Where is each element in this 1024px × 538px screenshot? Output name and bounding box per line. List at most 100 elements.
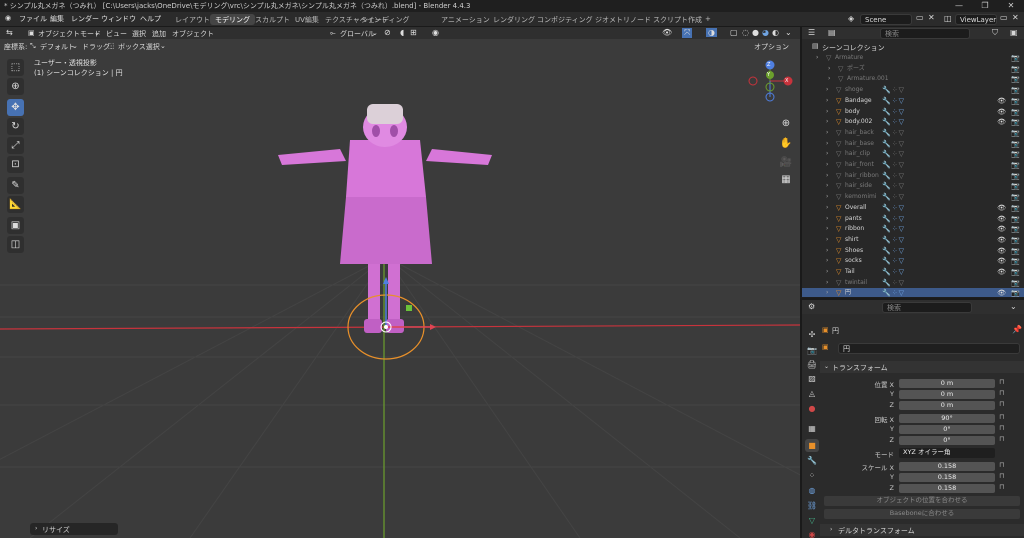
gizmo-z-label[interactable]: Z	[767, 62, 770, 68]
lock-icon[interactable]: ⊓	[999, 378, 1004, 386]
eye-icon[interactable]: 👁	[997, 107, 1006, 118]
camera-icon[interactable]: 📷	[1011, 85, 1020, 96]
location-z-field[interactable]: 0 m	[899, 401, 995, 410]
outliner-row[interactable]: › ▽ hair_side 🔧⁘▽ 📷	[802, 181, 1024, 192]
eye-icon[interactable]: 👁	[997, 267, 1006, 278]
expand-arrow-icon[interactable]: ›	[826, 203, 828, 214]
pin-icon[interactable]: 📌	[1012, 325, 1022, 334]
scale-tool-icon[interactable]: ⤢	[7, 137, 24, 154]
camera-icon[interactable]: 📷	[1011, 139, 1020, 150]
transform-section-header[interactable]: ⌄ トランスフォーム	[820, 361, 1024, 373]
camera-icon[interactable]: 📷	[1011, 278, 1020, 289]
cursor-tool-icon[interactable]: ⊕	[7, 78, 24, 95]
lock-icon[interactable]: ⊓	[999, 413, 1004, 421]
camera-icon[interactable]: 📷	[1011, 267, 1020, 278]
tab-modeling[interactable]: モデリング	[210, 14, 255, 25]
outliner-row[interactable]: › ▽ hair_clip 🔧⁘▽ 📷	[802, 149, 1024, 160]
tab-data-icon[interactable]: ▽	[805, 514, 819, 527]
lock-icon[interactable]: ⊓	[999, 483, 1004, 491]
lock-icon[interactable]: ⊓	[999, 472, 1004, 480]
pan-hand-icon[interactable]: ✋	[779, 137, 793, 151]
outliner-row[interactable]: › ▽ shirt 🔧⁘▽ 👁 📷	[802, 235, 1024, 246]
zoom-icon[interactable]: ⊕	[779, 117, 793, 131]
tab-scene-icon[interactable]: ◬	[805, 387, 819, 400]
expand-arrow-icon[interactable]: ›	[828, 64, 830, 75]
outliner-row[interactable]: › ▽ Shoes 🔧⁘▽ 👁 📷	[802, 246, 1024, 257]
camera-icon[interactable]: 📷	[1011, 53, 1020, 64]
menu-window[interactable]: ウィンドウ	[101, 14, 136, 24]
expand-arrow-icon[interactable]: ›	[826, 160, 828, 171]
tab-modifiers-icon[interactable]: 🔧	[805, 454, 819, 467]
outliner-row[interactable]: › ▽ kemomimi 🔧⁘▽ 📷	[802, 192, 1024, 203]
modifier-icons[interactable]: 🔧⁘▽	[882, 278, 905, 289]
editor-type-icon[interactable]: ⚙	[808, 302, 815, 311]
tab-uv-editing[interactable]: UV編集	[290, 14, 324, 25]
eye-icon[interactable]: 👁	[997, 214, 1006, 225]
modifier-icons[interactable]: 🔧⁘▽	[882, 139, 905, 150]
modifier-icons[interactable]: 🔧⁘▽	[882, 107, 905, 118]
new-view-layer-icon[interactable]: ▭	[1000, 13, 1008, 22]
display-mode-icon[interactable]: ▤	[828, 28, 836, 37]
rotation-y-field[interactable]: 0°	[899, 425, 995, 434]
properties-search-input[interactable]: 検索	[882, 302, 972, 313]
outliner-row[interactable]: › ▽ hair_base 🔧⁘▽ 📷	[802, 139, 1024, 150]
rotation-z-field[interactable]: 0°	[899, 436, 995, 445]
tab-material-icon[interactable]: ◉	[805, 528, 819, 538]
modifier-icons[interactable]: 🔧⁘▽	[882, 96, 905, 107]
outliner-row[interactable]: › ▽ Overall 🔧⁘▽ 👁 📷	[802, 203, 1024, 214]
menu-file[interactable]: ファイル	[19, 14, 47, 24]
expand-arrow-icon[interactable]: ›	[826, 96, 828, 107]
camera-icon[interactable]: 📷	[1011, 160, 1020, 171]
outliner-row[interactable]: › ▽ ribbon 🔧⁘▽ 👁 📷	[802, 224, 1024, 235]
camera-icon[interactable]: 📷	[1011, 96, 1020, 107]
camera-icon[interactable]: 📷	[1011, 107, 1020, 118]
scene-collection-row[interactable]: ▤ シーンコレクション	[802, 41, 1024, 52]
tab-layout[interactable]: レイアウト	[170, 14, 215, 25]
tab-render-icon[interactable]: 📷	[805, 344, 819, 357]
expand-arrow-icon[interactable]: ›	[826, 278, 828, 289]
new-scene-icon[interactable]: ▭	[916, 13, 924, 22]
lock-icon[interactable]: ⊓	[999, 389, 1004, 397]
tab-animation[interactable]: アニメーション	[436, 14, 495, 25]
gizmo-y-label[interactable]: Y	[767, 72, 770, 78]
modifier-icons[interactable]: 🔧⁘▽	[882, 203, 905, 214]
eye-icon[interactable]: 👁	[997, 117, 1006, 128]
rotation-mode-selector[interactable]: XYZ オイラー角	[899, 448, 995, 458]
expand-arrow-icon[interactable]: ›	[826, 171, 828, 182]
outliner-row[interactable]: › ▽ body 🔧⁘▽ 👁 📷	[802, 107, 1024, 118]
outliner-row[interactable]: › ▽ hair_front 🔧⁘▽ 📷	[802, 160, 1024, 171]
expand-arrow-icon[interactable]: ›	[826, 181, 828, 192]
outliner-row[interactable]: › ▽ hair_ribbon 🔧⁘▽ 📷	[802, 171, 1024, 182]
lock-icon[interactable]: ⊓	[999, 400, 1004, 408]
expand-arrow-icon[interactable]: ›	[826, 149, 828, 160]
select-box-tool-icon[interactable]: ⬚	[7, 59, 24, 76]
delete-scene-icon[interactable]: ✕	[928, 13, 935, 22]
tab-sculpt[interactable]: スカルプト	[250, 14, 295, 25]
camera-icon[interactable]: 📷	[1011, 64, 1020, 75]
outliner-row[interactable]: › ▽ Bandage 🔧⁘▽ 👁 📷	[802, 96, 1024, 107]
outliner-row[interactable]: › ▽ ポーズ 📷	[802, 64, 1024, 75]
camera-icon[interactable]: 📷	[1011, 181, 1020, 192]
pin-icon[interactable]: ⌄	[1010, 302, 1017, 311]
tab-world-icon[interactable]: ●	[805, 402, 819, 415]
eye-icon[interactable]: 👁	[997, 256, 1006, 267]
outliner-row[interactable]: › ▽ Armature.001 📷	[802, 74, 1024, 85]
tab-physics-icon[interactable]: ◍	[805, 484, 819, 497]
outliner-row[interactable]: › ▽ socks 🔧⁘▽ 👁 📷	[802, 256, 1024, 267]
delta-transform-section-header[interactable]: › デルタトランスフォーム	[820, 524, 1024, 536]
modifier-icons[interactable]: 🔧⁘▽	[882, 171, 905, 182]
align-origin-button[interactable]: オブジェクトの位置を合わせる	[824, 496, 1020, 506]
tab-shading[interactable]: シェーディング	[356, 14, 415, 25]
add-object-tool-icon[interactable]: ◫	[7, 236, 24, 253]
expand-arrow-icon[interactable]: ›	[828, 74, 830, 85]
expand-arrow-icon[interactable]: ›	[826, 224, 828, 235]
filter-icon[interactable]: ⛉	[992, 28, 998, 38]
lock-icon[interactable]: ⊓	[999, 461, 1004, 469]
scale-x-field[interactable]: 0.158	[899, 462, 995, 471]
view-layer-selector[interactable]: ViewLayer	[955, 14, 997, 25]
annotate-tool-icon[interactable]: ✎	[7, 177, 24, 194]
blender-logo-icon[interactable]: ◉	[5, 14, 11, 22]
gizmo-x-label[interactable]: X	[785, 78, 788, 84]
object-name-field[interactable]: 円	[838, 343, 1020, 354]
camera-icon[interactable]: 📷	[1011, 203, 1020, 214]
